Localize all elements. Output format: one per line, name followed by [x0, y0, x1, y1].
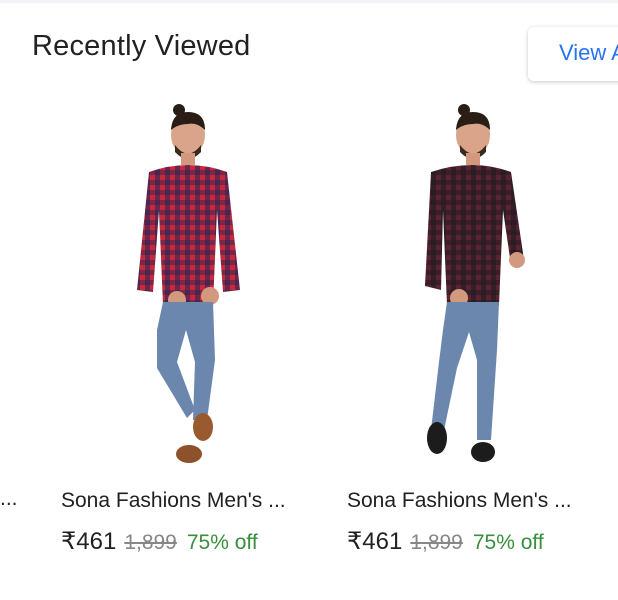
view-all-button[interactable]: View All [528, 27, 618, 81]
previous-card-name[interactable]: ... [0, 487, 18, 511]
mrp-price: 1,899 [410, 531, 463, 554]
price-row: ₹461 1,899 75% off [347, 527, 544, 556]
selling-price: ₹461 [347, 528, 403, 555]
price-row: ₹461 1,899 75% off [61, 527, 258, 556]
view-all-label: View All [559, 40, 618, 65]
recently-viewed-widget: Recently Viewed View All ... [0, 0, 618, 600]
product-carousel[interactable]: ... Sona Fashions Men's ... ₹461 1,899 7… [0, 100, 618, 570]
discount-badge: 75% off [186, 531, 258, 554]
product-name[interactable]: Sona Fashions Men's ... [61, 489, 321, 513]
product-image[interactable] [331, 100, 601, 480]
selling-price: ₹461 [61, 528, 117, 555]
product-card[interactable]: Sona Fashions Men's ... ₹461 1,899 75% o… [45, 100, 335, 570]
product-card[interactable]: Sona Fashions Men's ... ₹461 1,899 75% o… [331, 100, 618, 570]
product-image[interactable] [45, 100, 315, 480]
product-name[interactable]: Sona Fashions Men's ... [347, 489, 607, 513]
section-title: Recently Viewed [32, 30, 251, 62]
mrp-price: 1,899 [124, 531, 177, 554]
discount-badge: 75% off [472, 531, 544, 554]
top-divider [0, 0, 618, 3]
